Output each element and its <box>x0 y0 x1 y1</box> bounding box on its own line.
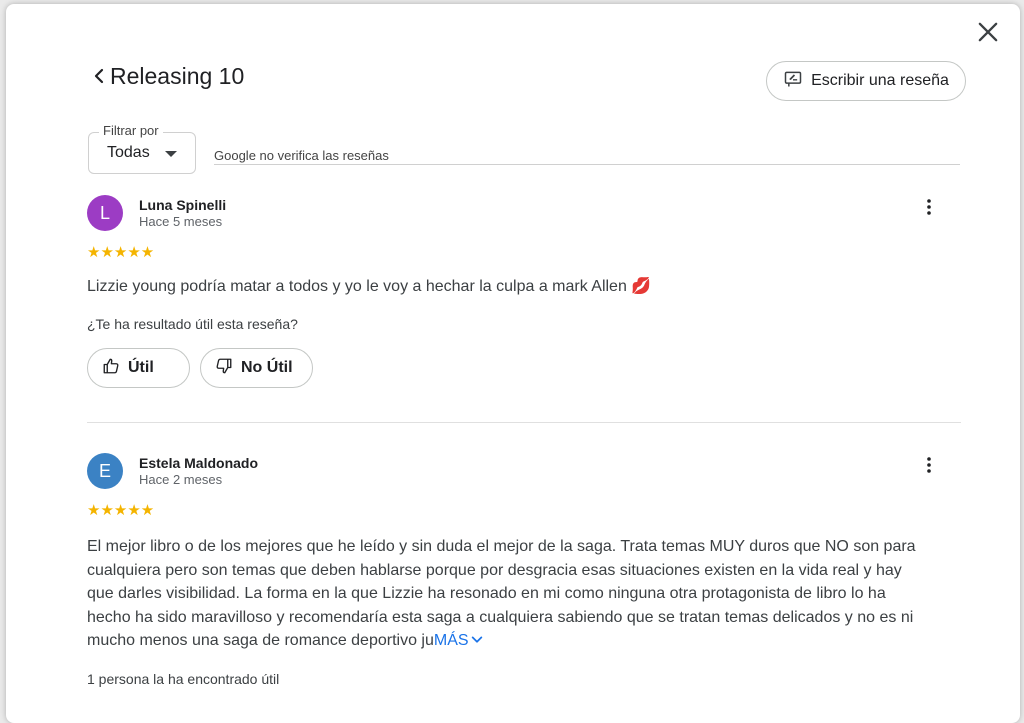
useful-button[interactable]: Útil <box>87 348 190 388</box>
divider <box>214 164 960 165</box>
write-review-icon <box>783 69 803 94</box>
back-chevron-icon[interactable] <box>90 60 110 92</box>
helpful-question: ¿Te ha resultado útil esta reseña? <box>87 316 298 332</box>
thumbs-down-icon <box>215 357 233 380</box>
review-time: Hace 5 meses <box>139 214 223 229</box>
author-name[interactable]: Estela Maldonado <box>139 455 258 471</box>
review-text-body: El mejor libro o de los mejores que he l… <box>87 538 916 649</box>
filter-selected-value: Todas <box>107 144 150 161</box>
verification-disclaimer: Google no verifica las reseñas <box>214 148 389 163</box>
thumbs-up-icon <box>102 357 120 380</box>
review-divider <box>87 422 961 423</box>
filter-legend: Filtrar por <box>99 123 163 138</box>
review-text: El mejor libro o de los mejores que he l… <box>87 535 927 653</box>
chevron-down-icon <box>471 636 482 643</box>
avatar[interactable]: L <box>87 195 123 231</box>
more-options-icon[interactable] <box>919 197 939 217</box>
star-rating: ★★★★★ <box>87 244 155 261</box>
review-text: Lizzie young podría matar a todos y yo l… <box>87 278 652 295</box>
reviews-dialog: Releasing 10 Escribir una reseña Filtrar… <box>6 4 1020 723</box>
filter-select[interactable]: Filtrar por Todas <box>88 123 196 174</box>
read-more-link[interactable]: MÁS <box>434 632 485 649</box>
avatar[interactable]: E <box>87 453 123 489</box>
write-review-button[interactable]: Escribir una reseña <box>766 61 966 101</box>
close-icon[interactable] <box>974 18 1002 46</box>
not-useful-label: No Útil <box>241 359 293 376</box>
dropdown-caret-icon <box>165 151 177 157</box>
read-more-label: MÁS <box>433 632 469 649</box>
not-useful-button[interactable]: No Útil <box>200 348 313 388</box>
review-item: L Luna Spinelli Hace 5 meses ★★★★★ Lizzi… <box>87 195 961 395</box>
review-item: E Estela Maldonado Hace 2 meses ★★★★★ El… <box>87 453 961 693</box>
star-rating: ★★★★★ <box>87 502 155 519</box>
author-name[interactable]: Luna Spinelli <box>139 197 226 213</box>
review-time: Hace 2 meses <box>139 472 223 487</box>
more-options-icon[interactable] <box>919 455 939 475</box>
page-title: Releasing 10 <box>110 63 245 89</box>
found-useful-count: 1 persona la ha encontrado útil <box>87 671 280 687</box>
useful-label: Útil <box>128 359 154 376</box>
write-review-label: Escribir una reseña <box>811 72 949 89</box>
